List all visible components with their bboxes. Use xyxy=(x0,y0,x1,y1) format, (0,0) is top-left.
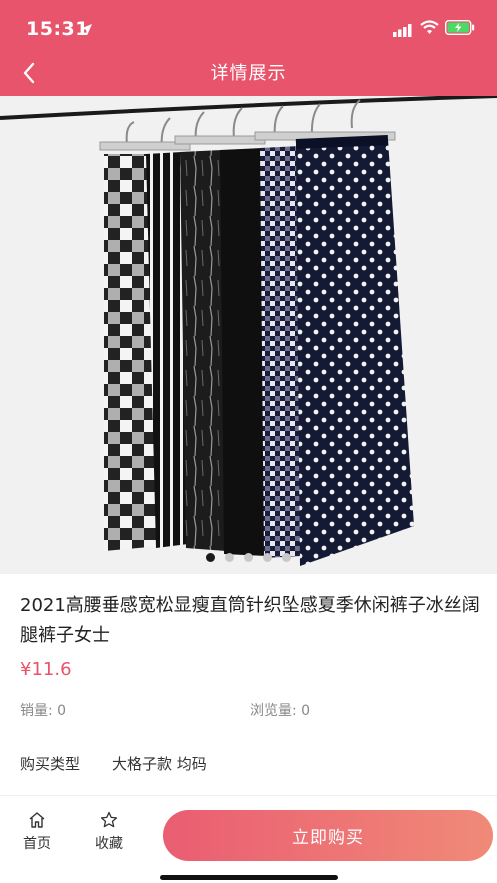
home-tab-label: 首页 xyxy=(23,836,51,852)
view-count: 浏览量: 0 xyxy=(250,703,311,719)
product-price: ¥11.6 xyxy=(20,659,72,680)
sales-count: 销量: 0 xyxy=(20,703,67,719)
bottom-action-bar: 首页 收藏 立即购买 xyxy=(0,795,497,883)
home-icon xyxy=(29,812,45,828)
status-bar: 15:31 xyxy=(0,0,497,50)
carousel-dot[interactable] xyxy=(206,553,215,562)
page-title: 详情展示 xyxy=(210,63,287,84)
product-image-carousel[interactable] xyxy=(0,96,497,574)
favorite-tab-label: 收藏 xyxy=(95,836,123,852)
wifi-icon xyxy=(420,20,439,39)
carousel-dots xyxy=(0,553,497,562)
buy-type-label: 购买类型 xyxy=(20,755,81,773)
home-indicator xyxy=(160,875,338,880)
carousel-dot[interactable] xyxy=(225,553,234,562)
favorite-tab[interactable]: 收藏 xyxy=(84,811,134,853)
signal-icon xyxy=(393,22,413,41)
battery-charging-icon xyxy=(444,19,475,39)
buy-now-button[interactable]: 立即购买 xyxy=(163,810,493,861)
buy-type-value[interactable]: 大格子款 均码 xyxy=(112,753,207,774)
nav-bar: 详情展示 xyxy=(0,50,497,96)
location-arrow-icon xyxy=(80,21,93,40)
carousel-dot[interactable] xyxy=(282,553,291,562)
product-photo xyxy=(0,96,497,574)
carousel-dot[interactable] xyxy=(263,553,272,562)
product-title: 2021高腰垂感宽松显瘦直筒针织坠感夏季休闲裤子冰丝阔腿裤子女士 xyxy=(20,595,480,646)
home-tab[interactable]: 首页 xyxy=(12,811,62,853)
carousel-dot[interactable] xyxy=(244,553,253,562)
star-icon xyxy=(100,811,118,828)
header: 15:31 详情展示 xyxy=(0,0,497,96)
